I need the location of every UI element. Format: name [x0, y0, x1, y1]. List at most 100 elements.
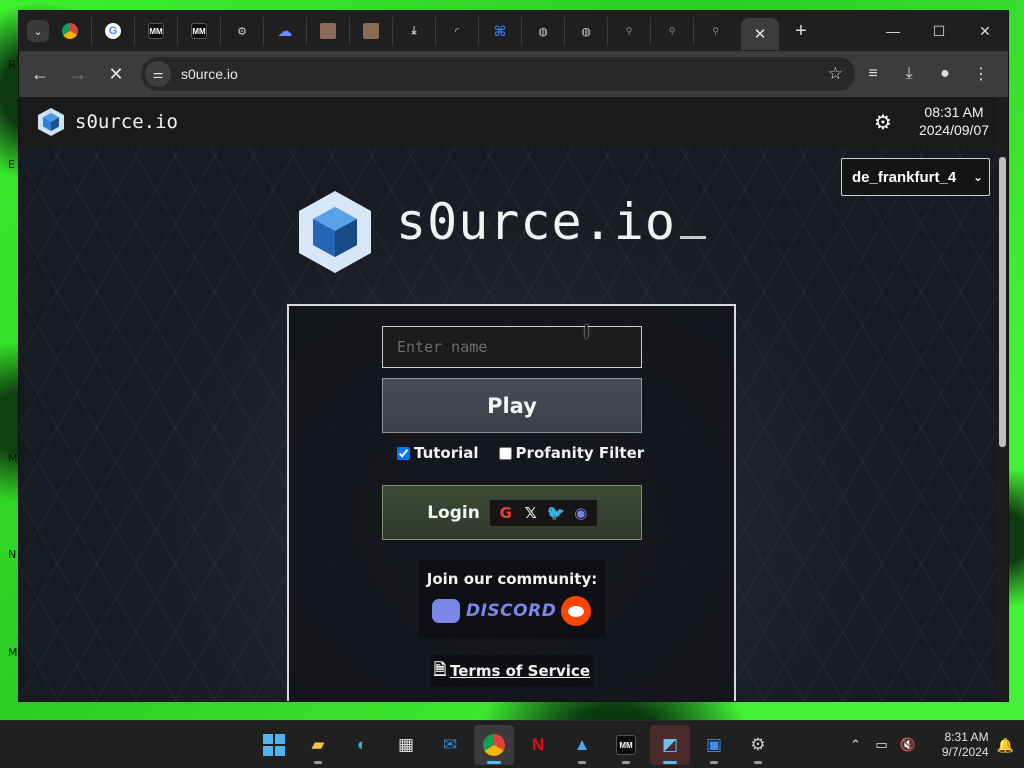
page-scrollbar[interactable]: [997, 97, 1008, 701]
taskbar-netflix[interactable]: N: [518, 725, 558, 765]
desktop-icon-label[interactable]: R: [8, 58, 16, 71]
download-icon: ⤓: [411, 24, 417, 37]
hero-title-text: s0urce.io: [396, 193, 676, 251]
profanity-option[interactable]: Profanity Filter: [498, 444, 644, 462]
tab-mm-2[interactable]: MM: [178, 17, 221, 45]
site-date: 2024/09/07: [918, 122, 990, 138]
search-icon: ⚲: [625, 25, 633, 36]
chevron-up-icon[interactable]: ⌃: [843, 737, 869, 753]
start-button[interactable]: [254, 725, 294, 765]
maximize-button[interactable]: ☐: [916, 11, 962, 51]
downloads-button[interactable]: ⤓: [891, 57, 927, 91]
tab-search-3[interactable]: ⚲: [694, 17, 737, 45]
taskbar-outlook[interactable]: ✉: [430, 725, 470, 765]
browser-toolbar: ← → ✕ ⚌ s0urce.io ☆ ≡ ⤓ ● ⋮: [19, 51, 1008, 97]
community-title: Join our community:: [426, 570, 598, 588]
hero-logo-icon: [299, 191, 371, 273]
tab-cloud[interactable]: ☁: [264, 17, 307, 45]
notification-bell-icon[interactable]: 🔔: [997, 737, 1014, 754]
discord-link[interactable]: DISCORD: [432, 599, 556, 623]
desktop-icon-label[interactable]: M: [8, 646, 18, 659]
taskbar-edge[interactable]: ◐: [342, 725, 382, 765]
cloud-icon: ☁: [277, 23, 293, 40]
address-bar[interactable]: ⚌ s0urce.io ☆: [141, 57, 855, 91]
stop-loading-button[interactable]: ✕: [99, 57, 133, 91]
taskbar-store[interactable]: ▦: [386, 725, 426, 765]
tab-settings[interactable]: ⚙: [221, 17, 264, 45]
tab-image-1[interactable]: [307, 17, 350, 45]
login-label: Login: [427, 502, 480, 523]
menu-button[interactable]: ⋮: [963, 57, 999, 91]
profile-button[interactable]: ●: [927, 57, 963, 91]
volume-muted-icon[interactable]: 🔇: [895, 737, 921, 753]
login-button[interactable]: Login G 𝕏 🐦 ◉: [382, 485, 642, 540]
taskbar-chrome[interactable]: [474, 725, 514, 765]
close-window-button[interactable]: ✕: [962, 11, 1008, 51]
mm-icon: MM: [616, 735, 636, 755]
tab-mm-1[interactable]: MM: [135, 17, 178, 45]
new-tab-button[interactable]: +: [787, 17, 815, 45]
reddit-link[interactable]: [561, 596, 591, 626]
region-select[interactable]: de_frankfurt_4 ⌄: [841, 158, 990, 196]
tab-search-1[interactable]: ⚲: [608, 17, 651, 45]
settings-gear-icon[interactable]: ⚙: [874, 110, 892, 135]
arrow-right-icon: →: [69, 63, 87, 84]
media-control-button[interactable]: ≡: [855, 57, 891, 91]
site-info-button[interactable]: ⚌: [145, 61, 171, 87]
taskbar-app[interactable]: ▣: [694, 725, 734, 765]
close-icon[interactable]: ✕: [754, 25, 767, 43]
text-cursor-icon: I: [584, 322, 590, 342]
tab-downloads[interactable]: ⤓: [393, 17, 436, 45]
scrollbar-thumb[interactable]: [999, 157, 1006, 447]
taskbar-mm-app[interactable]: MM: [606, 725, 646, 765]
code-icon: ⌘: [493, 22, 507, 39]
settings-icon: ⚙: [237, 25, 247, 38]
minimize-button[interactable]: —: [870, 11, 916, 51]
tab-google[interactable]: G: [92, 17, 135, 45]
arrow-left-icon: ←: [31, 63, 49, 84]
taskbar-settings[interactable]: ⚙: [738, 725, 778, 765]
name-input[interactable]: [382, 326, 642, 368]
tab-search-2[interactable]: ⚲: [651, 17, 694, 45]
taskbar-clock[interactable]: 8:31 AM 9/7/2024: [927, 730, 989, 760]
image-icon: [363, 23, 379, 39]
tab-image-2[interactable]: [350, 17, 393, 45]
desktop-icon-label[interactable]: E: [8, 158, 15, 171]
url-text[interactable]: s0urce.io: [181, 66, 828, 82]
desktop-icon-label[interactable]: M: [8, 452, 18, 465]
taskbar-paint[interactable]: ◩: [650, 725, 690, 765]
discord-logo-icon: [432, 599, 460, 623]
profanity-checkbox[interactable]: [498, 446, 512, 460]
google-icon: G: [499, 503, 512, 522]
site-name[interactable]: s0urce.io: [75, 111, 178, 133]
tab-globe-2[interactable]: ◍: [565, 17, 608, 45]
taskbar-photos[interactable]: ▲: [562, 725, 602, 765]
tune-icon: ⚌: [152, 67, 164, 81]
taskbar-file-explorer[interactable]: ▰: [298, 725, 338, 765]
settings-icon: ⚙: [750, 735, 766, 754]
tutorial-checkbox[interactable]: [397, 446, 410, 460]
tab-loading[interactable]: ◜: [436, 17, 479, 45]
tab-active-close[interactable]: ✕: [741, 18, 779, 50]
netflix-icon: N: [531, 735, 545, 754]
desktop-icon-label[interactable]: N: [8, 548, 16, 561]
close-icon: ✕: [108, 63, 124, 84]
back-button[interactable]: ←: [23, 57, 57, 91]
play-button[interactable]: Play: [382, 378, 642, 433]
tab-code[interactable]: ⌘: [479, 17, 522, 45]
image-icon: [320, 23, 336, 39]
taskbar-date: 9/7/2024: [941, 745, 989, 759]
tab-globe-1[interactable]: ◍: [522, 17, 565, 45]
tab-chrome[interactable]: [49, 17, 92, 45]
region-select-value: de_frankfurt_4: [852, 168, 957, 186]
tutorial-option[interactable]: Tutorial: [397, 444, 479, 462]
more-vert-icon: ⋮: [973, 66, 989, 83]
login-panel: Play Tutorial Profanity Filter Login G 𝕏…: [287, 304, 736, 701]
browser-window: ⌄ G MM MM ⚙ ☁ ⤓ ◜ ⌘ ◍ ◍ ⚲ ⚲ ⚲ ✕ + — ☐ ✕ …: [18, 10, 1009, 702]
terms-of-service-link[interactable]: 🗎 Terms of Service: [431, 655, 593, 687]
tab-search-button[interactable]: ⌄: [27, 20, 49, 42]
forward-button[interactable]: →: [61, 57, 95, 91]
bookmark-star-icon[interactable]: ☆: [828, 64, 843, 84]
site-header: s0urce.io ⚙ 08:31 AM 2024/09/07: [19, 97, 999, 147]
network-icon[interactable]: ▭: [869, 737, 895, 753]
